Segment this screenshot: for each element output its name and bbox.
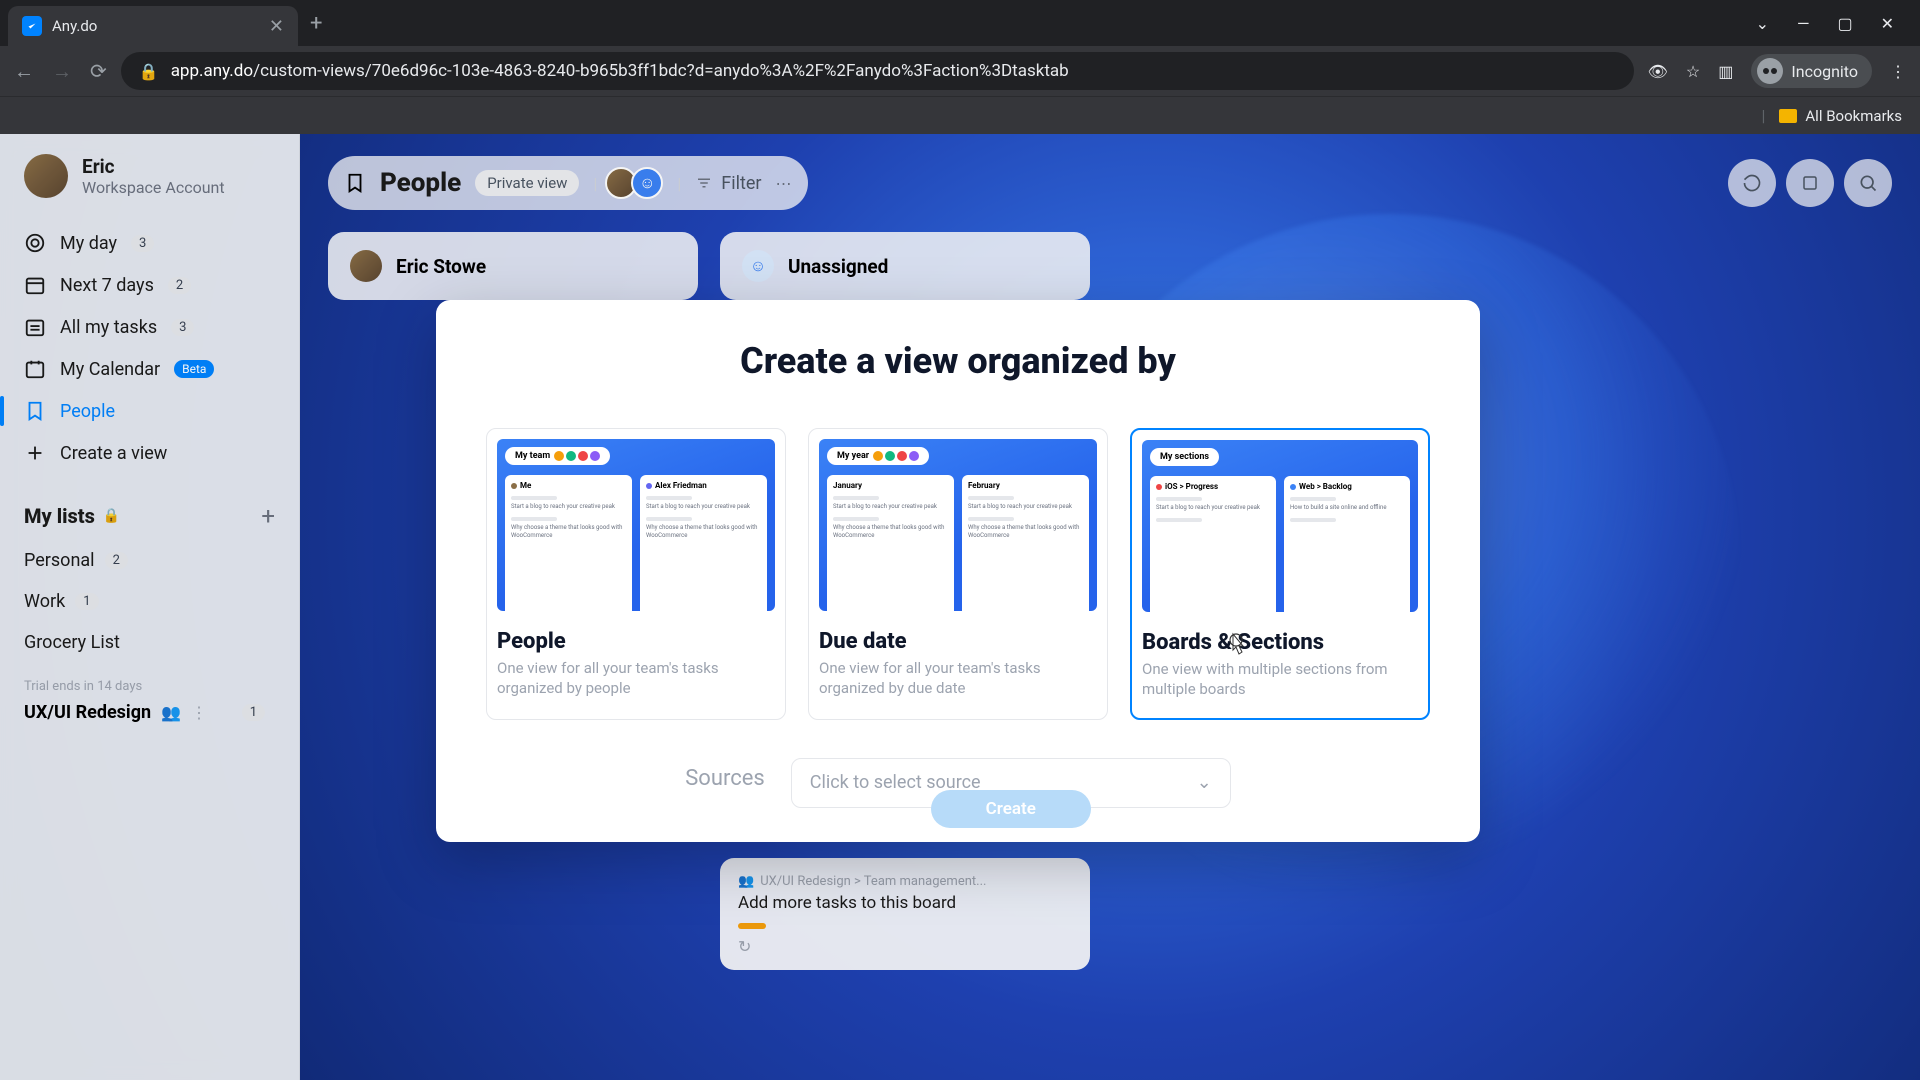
option-description: One view with multiple sections from mul… <box>1142 659 1418 700</box>
address-bar: ← → ⟳ 🔒 app.any.do/custom-views/70e6d96c… <box>0 46 1920 96</box>
all-bookmarks[interactable]: All Bookmarks <box>1779 107 1902 125</box>
sources-label: Sources <box>685 766 765 791</box>
star-icon[interactable]: ☆ <box>1686 62 1700 81</box>
folder-icon <box>1779 109 1797 123</box>
forward-button[interactable]: → <box>52 59 72 84</box>
url-bar[interactable]: 🔒 app.any.do/custom-views/70e6d96c-103e-… <box>121 52 1634 90</box>
tab-title: Any.do <box>52 17 259 35</box>
option-description: One view for all your team's tasks organ… <box>497 658 775 699</box>
menu-icon[interactable]: ⋮ <box>1890 62 1906 81</box>
option-title: Due date <box>819 629 1097 654</box>
chevron-down-icon: ⌄ <box>1197 772 1212 793</box>
close-icon[interactable]: ✕ <box>269 16 284 37</box>
option-boards-sections[interactable]: My sections iOS > ProgressStart a blog t… <box>1130 428 1430 720</box>
close-window-icon[interactable]: ✕ <box>1881 14 1894 33</box>
modal-title: Create a view organized by <box>484 340 1432 382</box>
favicon <box>22 16 42 36</box>
browser-chrome: Any.do ✕ + ⌄ — ▢ ✕ ← → ⟳ 🔒 app.any.do/cu… <box>0 0 1920 134</box>
new-tab-button[interactable]: + <box>310 11 322 36</box>
option-preview: My year JanuaryStart a blog to reach you… <box>819 439 1097 611</box>
app: Eric Workspace Account My day 3 Next 7 d… <box>0 134 1920 1080</box>
back-button[interactable]: ← <box>14 59 34 84</box>
eye-off-icon[interactable]: 👁 <box>1648 62 1668 81</box>
window-controls: ⌄ — ▢ ✕ <box>1756 14 1912 33</box>
reload-button[interactable]: ⟳ <box>90 59 107 84</box>
url-text: app.any.do/custom-views/70e6d96c-103e-48… <box>171 61 1069 81</box>
sources-row: Sources Click to select source ⌄ Create <box>484 758 1432 808</box>
create-button[interactable]: Create <box>931 790 1091 828</box>
option-due-date[interactable]: My year JanuaryStart a blog to reach you… <box>808 428 1108 720</box>
lock-icon: 🔒 <box>139 62 159 81</box>
minimize-icon[interactable]: — <box>1797 14 1810 33</box>
option-people[interactable]: My team MeStart a blog to reach your cre… <box>486 428 786 720</box>
tab-bar: Any.do ✕ + ⌄ — ▢ ✕ <box>0 0 1920 46</box>
view-type-options: My team MeStart a blog to reach your cre… <box>484 428 1432 720</box>
option-title: People <box>497 629 775 654</box>
bookmarks-bar: | All Bookmarks <box>0 96 1920 134</box>
maximize-icon[interactable]: ▢ <box>1837 14 1852 33</box>
create-view-modal: Create a view organized by My team MeSta… <box>436 300 1480 842</box>
chevron-down-icon[interactable]: ⌄ <box>1756 14 1769 33</box>
option-description: One view for all your team's tasks organ… <box>819 658 1097 699</box>
incognito-icon <box>1757 58 1783 84</box>
option-title: Boards & Sections <box>1142 630 1418 655</box>
option-preview: My sections iOS > ProgressStart a blog t… <box>1142 440 1418 612</box>
incognito-badge[interactable]: Incognito <box>1751 54 1872 88</box>
option-preview: My team MeStart a blog to reach your cre… <box>497 439 775 611</box>
panel-icon[interactable]: ▥ <box>1718 62 1733 81</box>
browser-tab[interactable]: Any.do ✕ <box>8 6 298 46</box>
